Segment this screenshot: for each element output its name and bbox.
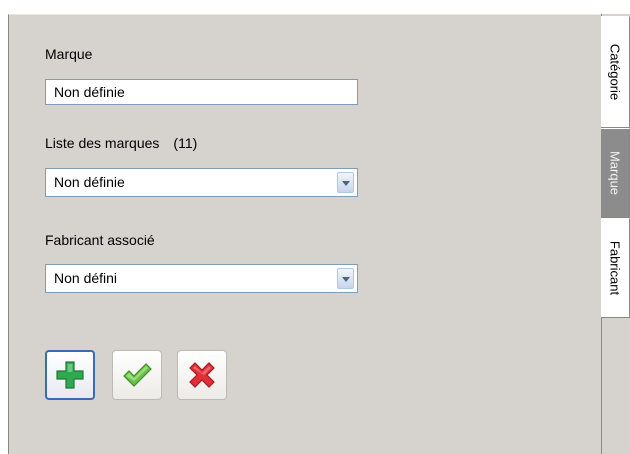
liste-marques-label: Liste des marques (11) (45, 135, 197, 151)
tab-categorie[interactable]: Catégorie (601, 16, 630, 128)
liste-marques-value: Non définie (54, 174, 125, 190)
liste-marques-select[interactable]: Non définie (45, 168, 358, 197)
tab-categorie-label: Catégorie (607, 43, 623, 101)
tab-marque[interactable]: Marque (601, 128, 630, 218)
add-button[interactable] (45, 350, 95, 400)
fabricant-value: Non défini (54, 270, 118, 286)
checkmark-icon (123, 363, 152, 387)
marque-label: Marque (45, 46, 93, 62)
plus-icon (56, 361, 84, 389)
tab-marque-label: Marque (607, 150, 623, 196)
close-icon (189, 362, 215, 388)
fabricant-select[interactable]: Non défini (45, 264, 358, 293)
tab-fabricant-label: Fabricant (607, 240, 623, 296)
marque-input[interactable]: Non définie (45, 79, 358, 105)
liste-marques-text: Liste des marques (45, 135, 160, 151)
chevron-down-icon[interactable] (337, 172, 354, 193)
cancel-button[interactable] (177, 350, 227, 400)
tab-fabricant[interactable]: Fabricant (601, 218, 630, 318)
liste-marques-count: (11) (173, 135, 198, 151)
validate-button[interactable] (112, 350, 162, 400)
fabricant-label: Fabricant associé (45, 232, 155, 248)
chevron-down-icon[interactable] (337, 268, 354, 289)
